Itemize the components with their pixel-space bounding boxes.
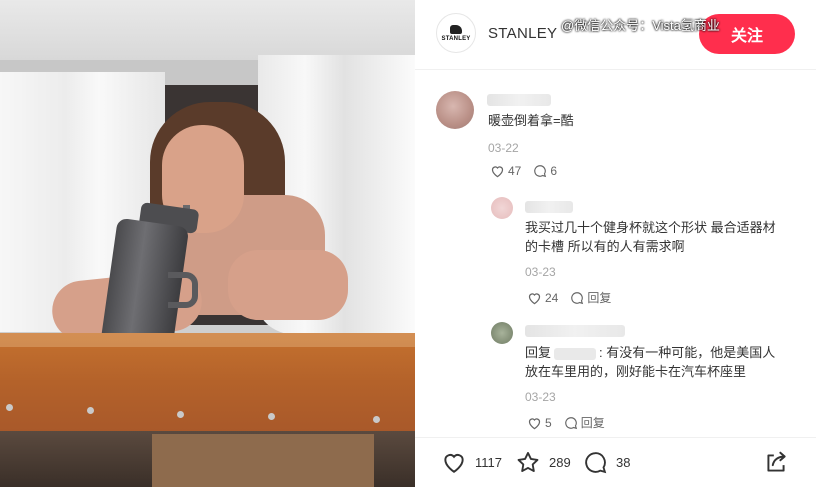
reply-like-count: 24 <box>545 290 559 305</box>
photo-rivet <box>6 404 13 411</box>
post-like-button[interactable]: 1117 <box>441 450 502 474</box>
share-icon <box>767 451 786 472</box>
photo-van-roof <box>0 0 415 60</box>
reply-prefix: 回复 <box>525 345 552 360</box>
reply-date: 03-23 <box>525 390 556 404</box>
photo-tumbler-handle <box>168 272 198 308</box>
comment-like-button[interactable]: 47 <box>490 164 521 178</box>
photo-rivet <box>268 413 275 420</box>
reply-reply-button[interactable]: 回复 <box>564 414 605 431</box>
reply-like-button[interactable]: 5 <box>527 416 552 430</box>
comment-icon <box>571 291 584 304</box>
photo-storage-box <box>152 434 374 487</box>
reply-text-line2: 放在车里用的，刚好能卡在汽车杯座里 <box>525 364 747 379</box>
reply-like-button[interactable]: 24 <box>527 291 558 305</box>
author-name[interactable]: STANLEY <box>488 25 557 42</box>
reply-date: 03-23 <box>525 265 556 279</box>
post-panel: STANLEY STANLEY 关注 @微信公众号：Vista氢商业 暖壶倒着拿… <box>415 0 816 487</box>
commenter-name-blurred[interactable] <box>487 94 551 106</box>
post-photo[interactable] <box>0 0 415 487</box>
post-header: STANLEY STANLEY 关注 @微信公众号：Vista氢商业 <box>415 0 816 70</box>
heart-icon <box>444 454 464 473</box>
post-collect-count: 289 <box>549 455 571 470</box>
post-comment-button[interactable]: 38 <box>583 450 630 475</box>
reply-actions: 5 回复 <box>527 414 617 431</box>
reply-actions: 24 回复 <box>527 289 623 306</box>
commenter-avatar[interactable] <box>436 91 474 129</box>
stanley-bear-logo-icon <box>450 24 462 34</box>
reply-label: 回复 <box>580 416 605 430</box>
reply-reply-button[interactable]: 回复 <box>570 289 611 306</box>
star-icon <box>517 451 539 472</box>
commenter-avatar[interactable] <box>491 197 513 219</box>
photo-wood-board <box>0 333 415 431</box>
commenter-name-blurred[interactable] <box>525 201 573 213</box>
photo-arm-right <box>228 250 348 320</box>
photo-rivet <box>177 411 184 418</box>
heart-icon <box>528 292 541 304</box>
comment-like-count: 47 <box>508 164 522 178</box>
comment-icon <box>564 416 577 429</box>
comment-actions: 47 6 <box>490 164 569 178</box>
photo-rivet <box>87 407 94 414</box>
reply-text-line1: 回复 : 有没有一种可能，他是美国人 <box>525 343 775 363</box>
author-avatar[interactable]: STANLEY <box>436 13 476 53</box>
photo-board-shine <box>0 333 415 347</box>
photo-rivet <box>373 416 380 423</box>
heart-icon <box>528 417 541 429</box>
comment-date: 03-22 <box>488 141 519 155</box>
comment-reply-button[interactable]: 6 <box>533 164 557 178</box>
comment-icon <box>585 452 607 474</box>
comment-text: 暖壶倒着拿=酷 <box>488 113 574 128</box>
interaction-bar: 1117 289 38 <box>415 437 816 487</box>
commenter-avatar[interactable] <box>491 322 513 344</box>
post-comment-count: 38 <box>616 455 631 470</box>
reply-label: 回复 <box>587 291 612 305</box>
reply-text-line2: 的卡槽 所以有的人有需求啊 <box>525 239 685 254</box>
logo-text: STANLEY <box>441 35 471 42</box>
reply-text-line1: 我买过几十个健身杯就这个形状 最合适器材 <box>525 220 776 235</box>
reply-target-name-blurred[interactable] <box>554 347 597 360</box>
reply-text-body: : 有没有一种可能，他是美国人 <box>599 345 776 360</box>
comment-list[interactable]: 暖壶倒着拿=酷 03-22 47 6 我买过几十个健身杯就这个形状 最合适器材 … <box>415 71 816 436</box>
post-collect-button[interactable]: 289 <box>515 450 571 475</box>
heart-icon <box>491 166 504 178</box>
comment-icon <box>534 165 547 178</box>
commenter-name-blurred[interactable] <box>525 325 625 337</box>
watermark-text: @微信公众号：Vista氢商业 <box>561 18 720 33</box>
reply-like-count: 5 <box>545 415 552 430</box>
post-like-count: 1117 <box>475 454 502 470</box>
share-button[interactable] <box>763 450 797 476</box>
comment-reply-count: 6 <box>550 164 558 178</box>
